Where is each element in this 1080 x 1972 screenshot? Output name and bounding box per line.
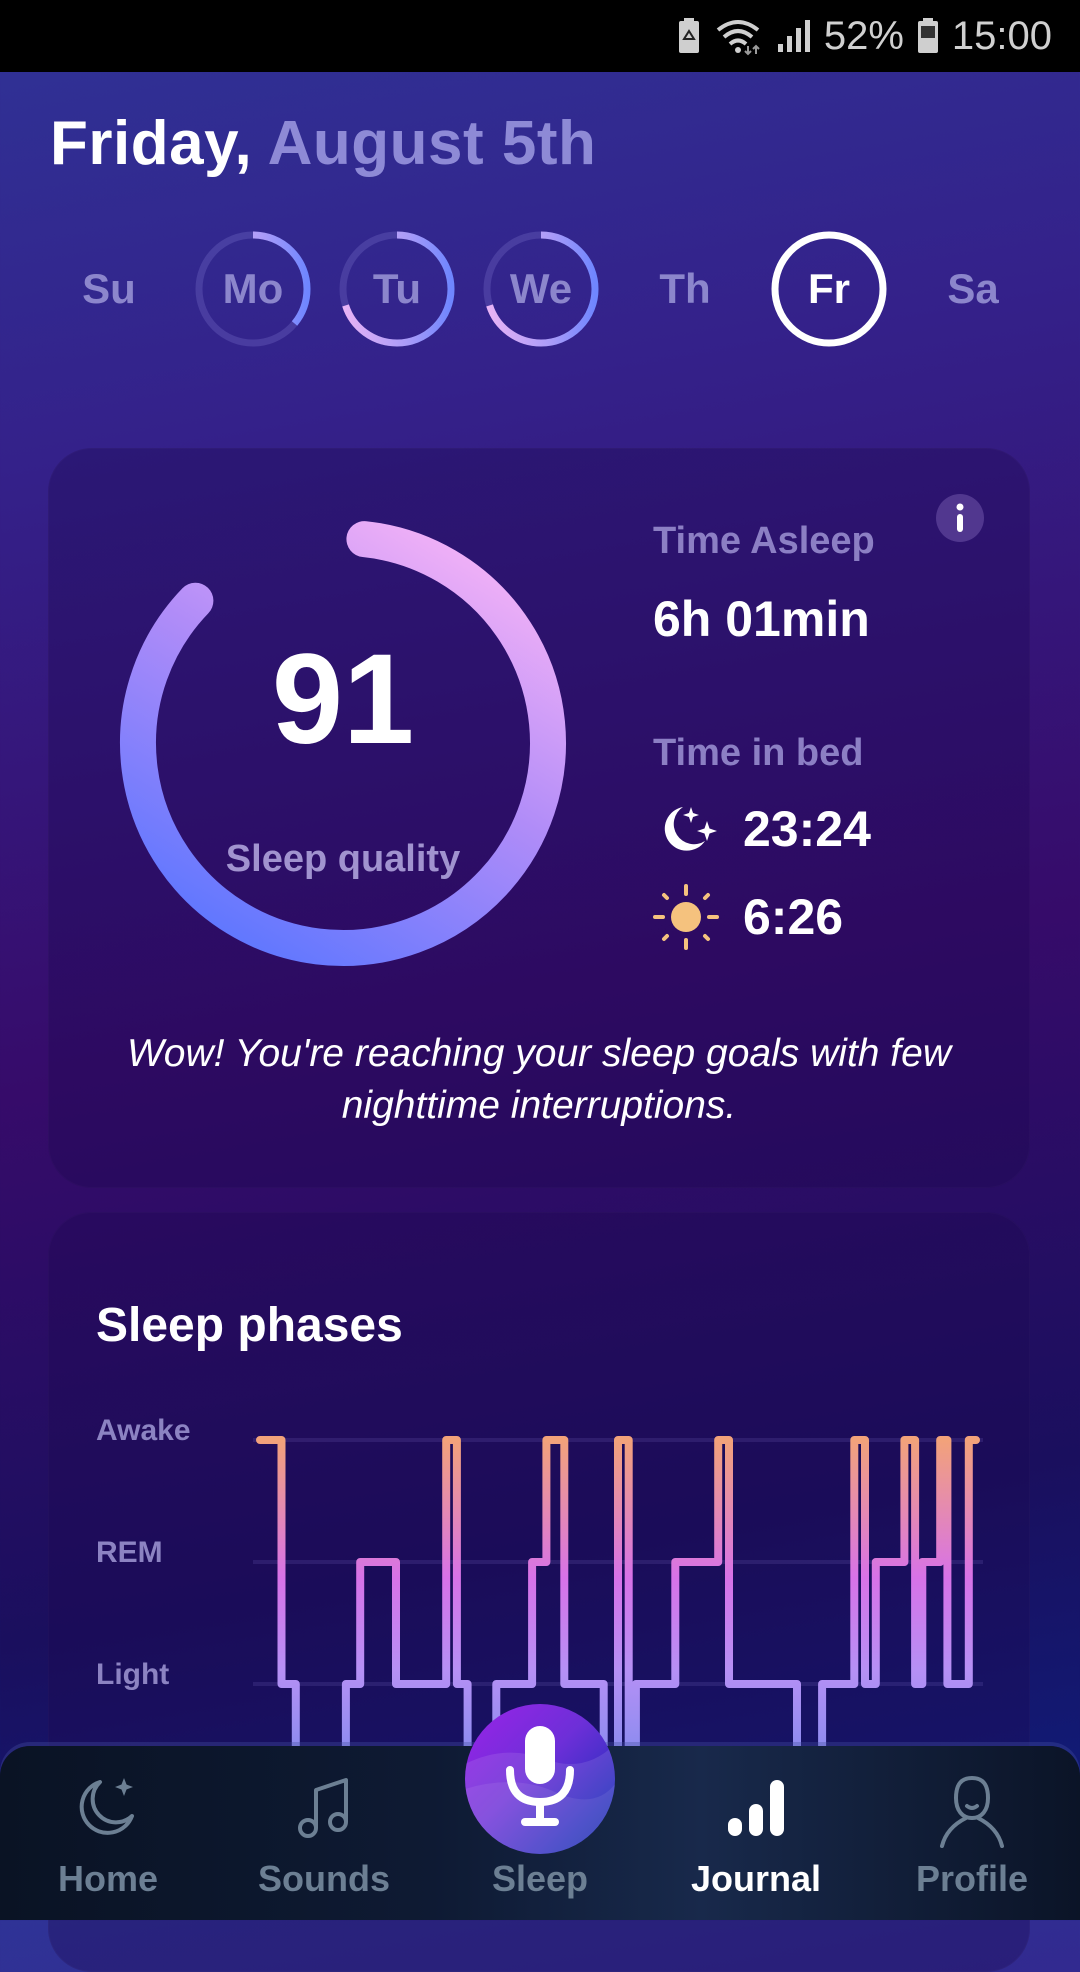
sleep-record-button[interactable] <box>465 1704 615 1854</box>
nav-profile-label: Profile <box>915 1858 1029 1899</box>
music-note-icon <box>298 1778 348 1838</box>
time-in-bed-label: Time in bed <box>653 732 864 774</box>
microphone-icon <box>465 1726 615 1854</box>
sleep-score-label: Sleep quality <box>225 838 461 880</box>
sleep-score: 91 <box>271 628 415 771</box>
sun-icon <box>653 884 719 950</box>
weekday-tu[interactable]: Tu <box>336 228 458 350</box>
weekday-su[interactable]: Su <box>48 228 170 350</box>
weekday-label: We <box>509 265 573 312</box>
weekday-label: Mo <box>222 265 284 312</box>
nav-sounds-label: Sounds <box>258 1858 390 1899</box>
moon-star-icon <box>79 1778 134 1835</box>
weekday-label: Tu <box>372 265 422 312</box>
bedtime-row: 23:24 <box>653 800 871 858</box>
page-title: Friday, August 5th <box>50 108 596 179</box>
info-icon <box>956 503 964 532</box>
nav-sleep-label: Sleep <box>491 1858 589 1899</box>
signal-icon <box>776 18 812 54</box>
nav-home-label: Home <box>57 1858 159 1899</box>
sleep-phase-line <box>256 1436 980 1746</box>
week-selector: Su Mo Tu We Th Fr Sa <box>48 228 1032 358</box>
sleep-quality-ring: 91 Sleep quality <box>108 508 578 978</box>
nav-journal-label: Journal <box>690 1858 822 1899</box>
bar-chart-icon <box>728 1780 784 1836</box>
sleep-phases-chart <box>253 1436 983 1746</box>
weekday-mo[interactable]: Mo <box>192 228 314 350</box>
sleep-message: Wow! You're reaching your sleep goals wi… <box>127 1032 951 1127</box>
battery-saver-icon <box>676 17 702 55</box>
sleep-quality-card: 91 Sleep quality Time Asleep 6h 01min Ti… <box>48 448 1030 1188</box>
time-asleep-label: Time Asleep <box>653 520 875 562</box>
nav-home[interactable]: Home <box>0 1746 216 1920</box>
battery-percent: 52% <box>823 13 904 58</box>
time-asleep-value: 6h 01min <box>653 591 870 647</box>
status-bar: 52% 15:00 <box>0 0 1080 72</box>
weekday-th[interactable]: Th <box>624 228 746 350</box>
nav-sounds[interactable]: Sounds <box>216 1746 432 1920</box>
wifi-icon <box>714 16 764 56</box>
bedtime-value: 23:24 <box>743 801 871 857</box>
day-name: Friday, <box>50 109 253 178</box>
weekday-we[interactable]: We <box>480 228 602 350</box>
wake-time-value: 6:26 <box>743 889 844 945</box>
user-icon <box>940 1775 1004 1848</box>
weekday-label: Sa <box>947 265 999 312</box>
clock: 15:00 <box>951 13 1052 58</box>
date-text: August 5th <box>267 109 597 178</box>
weekday-label: Su <box>82 265 136 312</box>
battery-icon <box>916 17 940 55</box>
weekday-sa[interactable]: Sa <box>912 228 1034 350</box>
moon-stars-icon <box>664 807 717 851</box>
wake-row: 6:26 <box>653 884 843 950</box>
weekday-label: Th <box>659 265 711 312</box>
info-button[interactable] <box>936 494 984 542</box>
nav-profile[interactable]: Profile <box>864 1746 1080 1920</box>
weekday-label: Fr <box>808 265 850 312</box>
weekday-fr[interactable]: Fr <box>768 228 890 350</box>
nav-journal[interactable]: Journal <box>648 1746 864 1920</box>
